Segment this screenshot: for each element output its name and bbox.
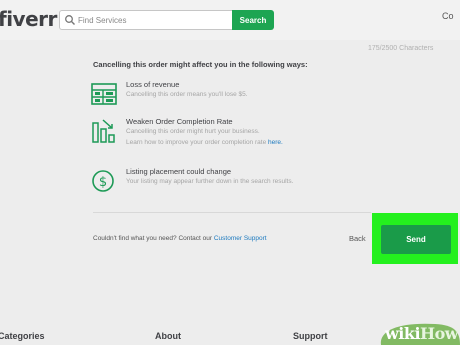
svg-text:$: $: [99, 175, 107, 190]
item-description: Your listing may appear further down in …: [126, 178, 294, 185]
customer-support-link[interactable]: Customer Support: [214, 235, 267, 242]
wiki-text: wiki: [385, 324, 421, 343]
support-text: Couldn't find what you need? Contact our: [93, 235, 213, 242]
how-text: How: [420, 324, 459, 343]
footer-support: Support: [293, 331, 328, 341]
wikihow-logo-text: wikiHow: [385, 324, 459, 343]
footer-about: About: [155, 331, 181, 341]
back-link[interactable]: Back: [349, 234, 366, 243]
item-description-line: Learn how to improve your order completi…: [126, 138, 283, 148]
character-counter: 175/2500 Characters: [368, 45, 434, 52]
bar-chart-decline-icon: [92, 119, 115, 143]
header-right-link[interactable]: Co: [442, 11, 454, 21]
item-title: Listing placement could change: [126, 167, 232, 176]
fiverr-logo[interactable]: fiverr: [0, 7, 57, 31]
search-input[interactable]: [76, 11, 230, 29]
search-button[interactable]: Search: [232, 10, 274, 30]
footer-categories: Categories: [0, 331, 45, 341]
cancel-intro-text: Cancelling this order might affect you i…: [93, 60, 308, 69]
support-prompt: Couldn't find what you need? Contact our…: [93, 235, 267, 242]
wikihow-watermark: wikiHow: [375, 322, 460, 345]
search-box: [59, 10, 232, 30]
search-icon: [65, 15, 75, 25]
item-title: Weaken Order Completion Rate: [126, 117, 233, 126]
learn-more-link[interactable]: here.: [268, 139, 283, 146]
dollar-circle-icon: $: [92, 170, 114, 192]
section-divider: [93, 212, 371, 213]
item-title: Loss of revenue: [126, 80, 180, 89]
item-description: Cancelling this order might hurt your bu…: [126, 128, 260, 135]
learn-text: Learn how to improve your order completi…: [126, 139, 267, 146]
top-header: fiverr Search Co: [0, 0, 460, 40]
item-description: Cancelling this order means you'll lose …: [126, 91, 248, 98]
revenue-icon: [91, 83, 117, 105]
send-button[interactable]: Send: [381, 225, 451, 254]
